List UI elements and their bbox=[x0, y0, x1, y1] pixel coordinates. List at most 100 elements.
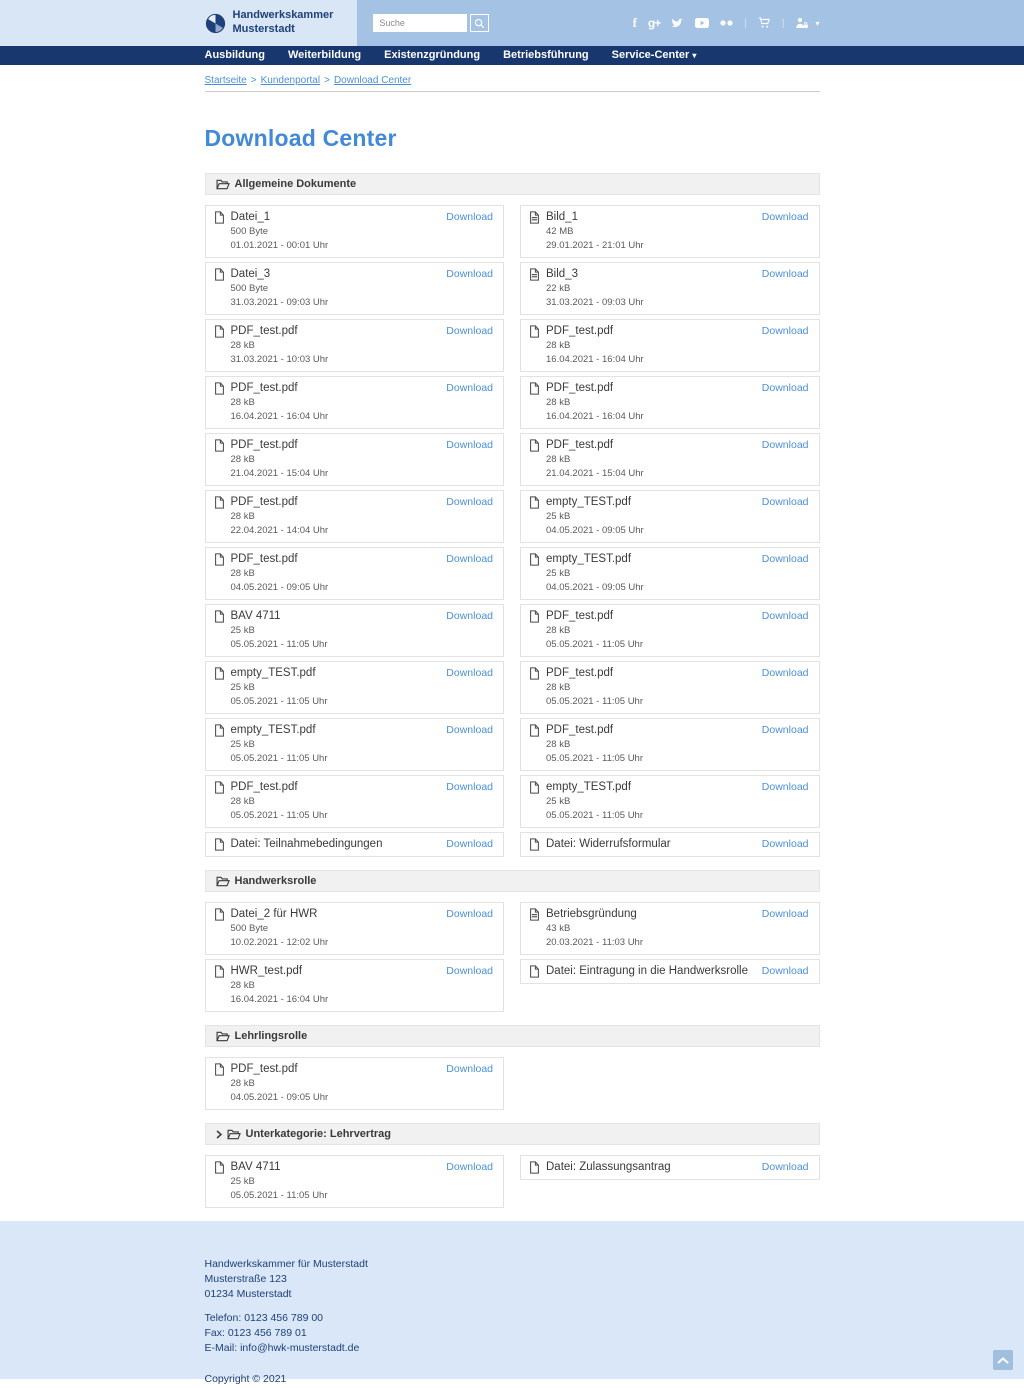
twitter-icon[interactable] bbox=[671, 16, 684, 30]
download-link[interactable]: Download bbox=[762, 553, 809, 566]
download-link[interactable]: Download bbox=[762, 724, 809, 737]
download-link[interactable]: Download bbox=[762, 667, 809, 680]
download-link[interactable]: Download bbox=[762, 610, 809, 623]
file-size: 28 kB bbox=[231, 397, 329, 409]
download-link[interactable]: Download bbox=[762, 325, 809, 338]
download-link[interactable]: Download bbox=[446, 439, 493, 452]
download-link[interactable]: Download bbox=[446, 724, 493, 737]
file-card: empty_TEST.pdf25 kB05.05.2021 - 11:05 Uh… bbox=[520, 775, 820, 828]
file-date: 05.05.2021 - 11:05 Uhr bbox=[231, 696, 328, 708]
download-link[interactable]: Download bbox=[446, 610, 493, 623]
download-link[interactable]: Download bbox=[446, 325, 493, 338]
file-name: PDF_test.pdf bbox=[546, 667, 613, 680]
file-card: Datei_3500 Byte31.03.2021 - 09:03 UhrDow… bbox=[205, 262, 505, 315]
google-plus-icon[interactable]: g+ bbox=[648, 16, 660, 30]
download-link[interactable]: Download bbox=[762, 268, 809, 281]
search-group bbox=[373, 14, 489, 32]
logo[interactable]: Handwerkskammer Musterstadt bbox=[205, 9, 334, 37]
file-size: 25 kB bbox=[231, 682, 328, 694]
file-name: Bild_3 bbox=[546, 268, 578, 281]
image-file-icon bbox=[529, 268, 540, 281]
file-card: PDF_test.pdf28 kB21.04.2021 - 15:04 UhrD… bbox=[520, 433, 820, 486]
file-date: 20.03.2021 - 11:03 Uhr bbox=[546, 937, 643, 949]
download-link[interactable]: Download bbox=[446, 1161, 493, 1174]
scroll-to-top-button[interactable] bbox=[993, 1350, 1013, 1370]
breadcrumb-item-kundenportal[interactable]: Kundenportal bbox=[261, 75, 321, 86]
download-link[interactable]: Download bbox=[762, 496, 809, 509]
section-header-allgemeine-dokumente[interactable]: Allgemeine Dokumente bbox=[205, 173, 820, 195]
footer-email[interactable]: E-Mail: info@hwk-musterstadt.de bbox=[205, 1341, 820, 1356]
file-name: PDF_test.pdf bbox=[231, 553, 298, 566]
search-input[interactable] bbox=[373, 14, 467, 32]
download-link[interactable]: Download bbox=[446, 382, 493, 395]
file-name: Datei_1 bbox=[231, 211, 271, 224]
breadcrumb-item-download-center[interactable]: Download Center bbox=[334, 75, 411, 86]
download-link[interactable]: Download bbox=[446, 908, 493, 921]
account-icon[interactable] bbox=[795, 16, 809, 30]
file-card: Datei: ZulassungsantragDownload bbox=[520, 1155, 820, 1180]
file-size: 28 kB bbox=[546, 625, 643, 637]
download-section-lehrlingsrolle: LehrlingsrollePDF_test.pdf28 kB04.05.202… bbox=[205, 1025, 820, 1114]
section-header-unterkategorie-lehrvertrag[interactable]: Unterkategorie: Lehrvertrag bbox=[205, 1123, 820, 1145]
file-name: Datei: Widerrufsformular bbox=[546, 838, 671, 851]
download-link[interactable]: Download bbox=[446, 781, 493, 794]
file-card: empty_TEST.pdf25 kB04.05.2021 - 09:05 Uh… bbox=[520, 547, 820, 600]
download-link[interactable]: Download bbox=[762, 211, 809, 224]
file-date: 05.05.2021 - 11:05 Uhr bbox=[231, 639, 328, 651]
file-name: BAV 4711 bbox=[231, 1161, 281, 1174]
download-link[interactable]: Download bbox=[762, 439, 809, 452]
nav-item-existenzgr-ndung[interactable]: Existenzgründung bbox=[384, 46, 480, 65]
download-link[interactable]: Download bbox=[762, 781, 809, 794]
download-link[interactable]: Download bbox=[446, 838, 493, 851]
download-link[interactable]: Download bbox=[446, 965, 493, 978]
file-card: empty_TEST.pdf25 kB05.05.2021 - 11:05 Uh… bbox=[205, 718, 505, 771]
nav-item-service-center-dropdown[interactable]: Service-Center▾ bbox=[612, 46, 697, 65]
file-card: HWR_test.pdf28 kB16.04.2021 - 16:04 UhrD… bbox=[205, 959, 505, 1012]
main-content: Startseite>Kundenportal>Download Center … bbox=[205, 65, 820, 1212]
nav-item-ausbildung[interactable]: Ausbildung bbox=[205, 46, 266, 65]
file-card: BAV 471125 kB05.05.2021 - 11:05 UhrDownl… bbox=[205, 604, 505, 657]
chevron-right-icon bbox=[216, 1130, 222, 1139]
file-name: Datei_3 bbox=[231, 268, 271, 281]
download-link[interactable]: Download bbox=[762, 908, 809, 921]
download-link[interactable]: Download bbox=[762, 1161, 809, 1174]
file-card: Datei: Widerrufsformular Download bbox=[520, 832, 820, 857]
logo-text: Handwerkskammer Musterstadt bbox=[233, 9, 334, 37]
file-size: 28 kB bbox=[231, 796, 328, 808]
download-link[interactable]: Download bbox=[762, 382, 809, 395]
download-link[interactable]: Download bbox=[446, 553, 493, 566]
file-size: 28 kB bbox=[546, 454, 644, 466]
section-header-lehrlingsrolle[interactable]: Lehrlingsrolle bbox=[205, 1025, 820, 1047]
cart-icon[interactable] bbox=[758, 16, 771, 30]
file-icon bbox=[214, 268, 225, 281]
file-date: 04.05.2021 - 09:05 Uhr bbox=[231, 1092, 329, 1104]
download-link[interactable]: Download bbox=[446, 667, 493, 680]
file-card: Datei: Eintragung in die HandwerksrolleD… bbox=[520, 959, 820, 984]
file-card: PDF_test.pdf28 kB05.05.2021 - 11:05 UhrD… bbox=[205, 775, 505, 828]
download-link[interactable]: Download bbox=[446, 211, 493, 224]
download-link[interactable]: Download bbox=[446, 496, 493, 509]
youtube-icon[interactable] bbox=[695, 16, 709, 30]
account-caret-icon[interactable]: ▾ bbox=[815, 19, 819, 28]
file-date: 05.05.2021 - 11:05 Uhr bbox=[546, 696, 643, 708]
section-header-handwerksrolle[interactable]: Handwerksrolle bbox=[205, 870, 820, 892]
flickr-icon[interactable] bbox=[720, 16, 733, 30]
file-icon bbox=[529, 838, 540, 851]
breadcrumb-item-startseite[interactable]: Startseite bbox=[205, 75, 247, 86]
search-button[interactable] bbox=[470, 14, 489, 32]
nav-item-betriebsf-hrung[interactable]: Betriebsführung bbox=[503, 46, 589, 65]
file-icon bbox=[529, 496, 540, 509]
file-card: BAV 471125 kB05.05.2021 - 11:05 UhrDownl… bbox=[205, 1155, 505, 1208]
file-card: PDF_test.pdf28 kB16.04.2021 - 16:04 UhrD… bbox=[520, 376, 820, 429]
download-link[interactable]: Download bbox=[762, 838, 809, 851]
site-footer: Handwerkskammer für Musterstadt Musterst… bbox=[0, 1221, 1024, 1379]
download-link[interactable]: Download bbox=[762, 965, 809, 978]
nav-item-weiterbildung[interactable]: Weiterbildung bbox=[288, 46, 361, 65]
download-link[interactable]: Download bbox=[446, 268, 493, 281]
download-link[interactable]: Download bbox=[446, 1063, 493, 1076]
file-name: PDF_test.pdf bbox=[231, 325, 298, 338]
search-icon bbox=[474, 18, 485, 29]
file-icon bbox=[214, 724, 225, 737]
facebook-icon[interactable]: f bbox=[633, 16, 637, 30]
file-card: PDF_test.pdf28 kB22.04.2021 - 14:04 UhrD… bbox=[205, 490, 505, 543]
